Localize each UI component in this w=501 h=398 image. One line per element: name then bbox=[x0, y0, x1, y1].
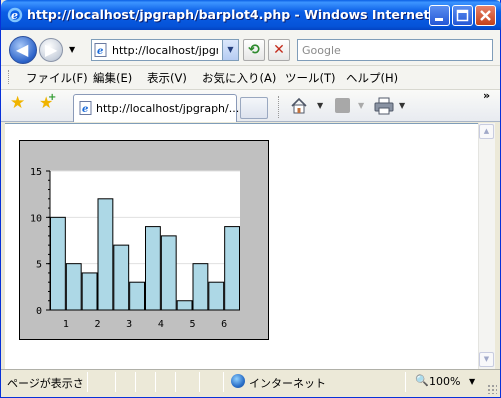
x-tick-label: 4 bbox=[158, 319, 164, 330]
x-tick-label: 1 bbox=[63, 319, 69, 330]
bar bbox=[176, 300, 193, 311]
menu-help[interactable]: ヘルプ(H) bbox=[346, 70, 398, 86]
bar bbox=[129, 281, 145, 311]
vertical-scrollbar[interactable] bbox=[478, 123, 495, 369]
menu-tools[interactable]: ツール(T) bbox=[285, 70, 336, 86]
status-separator bbox=[223, 372, 224, 392]
address-field[interactable]: e http://localhost/jpgr ▼ bbox=[91, 39, 239, 61]
x-tick-label: 2 bbox=[94, 319, 100, 330]
back-arrow-icon: ◀ bbox=[16, 40, 29, 59]
menu-favorites[interactable]: お気に入り(A) bbox=[202, 70, 276, 86]
favorites-star-icon[interactable]: ★ bbox=[10, 95, 25, 112]
window-title: http://localhost/jpgraph/barplot4.php - … bbox=[27, 7, 444, 22]
status-text: ページが表示さ bbox=[7, 377, 84, 390]
y-tick-label: 5 bbox=[36, 260, 42, 271]
bar bbox=[50, 216, 66, 311]
bar bbox=[81, 272, 98, 311]
feeds-dropdown-icon[interactable]: ▼ bbox=[358, 101, 364, 110]
bar bbox=[65, 263, 82, 311]
stop-button[interactable]: ✕ bbox=[268, 39, 290, 61]
x-tick-label: 6 bbox=[221, 319, 227, 330]
status-separator bbox=[135, 372, 136, 392]
scroll-down-icon[interactable]: ▼ bbox=[479, 352, 494, 367]
home-dropdown-icon[interactable]: ▼ bbox=[317, 101, 323, 110]
page-icon: e bbox=[94, 43, 107, 57]
address-dropdown-icon[interactable]: ▼ bbox=[222, 40, 238, 60]
browser-window: e http://localhost/jpgraph/barplot4.php … bbox=[0, 0, 501, 398]
stop-icon: ✕ bbox=[273, 42, 285, 58]
new-tab-button[interactable] bbox=[240, 97, 268, 119]
refresh-button[interactable]: ⟲ bbox=[243, 39, 265, 61]
status-separator bbox=[155, 372, 156, 392]
search-input[interactable]: Google bbox=[297, 39, 493, 61]
x-tick-label: 3 bbox=[126, 319, 132, 330]
tab-current[interactable]: e http://localhost/jpgraph/... bbox=[73, 94, 240, 122]
status-separator bbox=[87, 372, 88, 392]
menu-view[interactable]: 表示(V) bbox=[147, 70, 187, 86]
bar bbox=[160, 235, 177, 311]
y-tick-label: 15 bbox=[30, 167, 42, 178]
address-url: http://localhost/jpgr bbox=[112, 44, 218, 57]
status-separator bbox=[405, 372, 406, 392]
svg-text:e: e bbox=[11, 9, 18, 22]
menu-grip[interactable] bbox=[8, 70, 11, 84]
bar bbox=[192, 263, 209, 311]
scroll-up-icon[interactable]: ▲ bbox=[479, 124, 494, 139]
zoom-dropdown-icon[interactable]: ▼ bbox=[469, 377, 475, 386]
status-separator bbox=[199, 372, 200, 392]
y-tick-label: 10 bbox=[30, 213, 42, 224]
print-icon[interactable] bbox=[374, 97, 394, 115]
search-placeholder: Google bbox=[302, 44, 341, 57]
refresh-icon: ⟲ bbox=[248, 42, 260, 58]
zoom-icon: 🔍 bbox=[415, 374, 429, 387]
svg-text:e: e bbox=[97, 46, 103, 57]
status-separator bbox=[175, 372, 176, 392]
back-button[interactable]: ◀ bbox=[9, 36, 37, 64]
svg-text:e: e bbox=[82, 104, 88, 115]
minimize-button[interactable] bbox=[429, 5, 450, 26]
plus-icon: + bbox=[48, 92, 57, 103]
bar bbox=[224, 226, 241, 311]
print-dropdown-icon[interactable]: ▼ bbox=[399, 101, 405, 110]
menu-file[interactable]: ファイル(F) bbox=[26, 70, 88, 86]
history-dropdown-icon[interactable]: ▼ bbox=[69, 45, 75, 54]
menu-edit[interactable]: 編集(E) bbox=[93, 70, 132, 86]
minimize-icon bbox=[435, 18, 443, 21]
title-bar[interactable]: e http://localhost/jpgraph/barplot4.php … bbox=[1, 0, 501, 30]
bar-chart: 0 5 10 15 1 2 3 4 5 6 bbox=[30, 167, 241, 330]
more-chevron-icon[interactable]: » bbox=[483, 89, 490, 102]
maximize-icon bbox=[456, 9, 469, 22]
page-icon: e bbox=[79, 101, 92, 115]
forward-button[interactable]: ▶ bbox=[39, 38, 63, 62]
forward-arrow-icon: ▶ bbox=[45, 40, 58, 59]
bar bbox=[208, 281, 225, 311]
zoom-level[interactable]: 100% bbox=[429, 375, 460, 388]
close-icon bbox=[480, 10, 491, 21]
toolbar-separator bbox=[278, 96, 279, 118]
ie-logo-icon: e bbox=[7, 7, 23, 23]
tab-label: http://localhost/jpgraph/... bbox=[96, 102, 240, 115]
close-button[interactable] bbox=[475, 5, 496, 26]
security-zone[interactable]: インターネット bbox=[249, 375, 326, 391]
home-icon[interactable] bbox=[290, 97, 308, 115]
feeds-icon[interactable] bbox=[335, 98, 350, 113]
internet-zone-icon bbox=[231, 374, 245, 388]
bar bbox=[145, 226, 161, 311]
status-separator bbox=[115, 372, 116, 392]
resize-grip[interactable] bbox=[487, 384, 497, 394]
bar bbox=[97, 198, 114, 311]
maximize-button[interactable] bbox=[452, 5, 473, 26]
x-tick-label: 5 bbox=[189, 319, 195, 330]
y-tick-label: 0 bbox=[36, 306, 42, 317]
bar bbox=[113, 244, 130, 311]
